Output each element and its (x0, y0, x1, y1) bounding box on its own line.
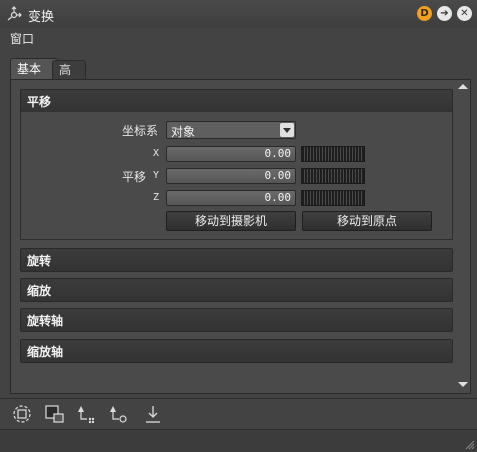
drop-down-icon[interactable] (142, 403, 164, 425)
section-move-title: 平移 (27, 95, 52, 109)
bottom-toolbar (0, 398, 477, 430)
pin-snap-icon[interactable] (75, 403, 97, 425)
move-to-camera-button[interactable]: 移动到摄影机 (166, 211, 296, 231)
move-x-field[interactable]: 0.00 (166, 146, 296, 162)
section-rotate-axis-title: 旋转轴 (27, 314, 64, 328)
arrow-right-circle-icon[interactable]: ➔ (437, 6, 452, 21)
section-scale-title: 缩放 (27, 284, 52, 298)
vertical-scrollbar[interactable] (456, 80, 470, 391)
section-scale-axis-title: 缩放轴 (27, 345, 64, 359)
coord-system-label: 坐标系 (122, 124, 159, 138)
move-y-field[interactable]: 0.00 (166, 168, 296, 184)
section-scale-axis-header[interactable]: 缩放轴 (20, 339, 453, 363)
axis-x-label: X (153, 148, 160, 159)
section-rotate-header[interactable]: 旋转 (20, 248, 453, 272)
coord-system-select[interactable]: 对象 (166, 121, 296, 139)
move-y-jog-slider[interactable] (301, 168, 365, 184)
chevron-down-icon[interactable] (280, 123, 294, 137)
d-badge-icon[interactable]: D (417, 6, 432, 21)
section-move-header[interactable]: 平移 (20, 89, 453, 113)
tab-advanced[interactable]: 高级 (52, 60, 86, 96)
section-rotate-axis-header[interactable]: 旋转轴 (20, 308, 453, 332)
pin-origin-icon[interactable] (107, 403, 129, 425)
section-scale-header[interactable]: 缩放 (20, 278, 453, 302)
scroll-down-icon[interactable] (458, 382, 468, 387)
scroll-up-icon[interactable] (458, 84, 468, 89)
section-rotate-title: 旋转 (27, 254, 52, 268)
move-z-jog-slider[interactable] (301, 190, 365, 206)
tab-basic[interactable]: 基本 (10, 58, 58, 80)
close-circle-icon[interactable]: ✕ (457, 6, 472, 21)
menu-window[interactable]: 窗口 (10, 30, 34, 47)
axis-z-label: Z (153, 192, 160, 203)
coord-system-value: 对象 (171, 125, 196, 139)
menubar: 窗口 (0, 28, 477, 49)
select-frame-icon[interactable] (44, 403, 66, 425)
window-title: 变换 (28, 10, 55, 25)
move-to-origin-button[interactable]: 移动到原点 (302, 211, 432, 231)
move-group-label: 平移 (122, 170, 147, 184)
move-x-jog-slider[interactable] (301, 146, 365, 162)
status-bar (0, 429, 477, 452)
window-titlebar: 变换 D ➔ ✕ (0, 0, 477, 29)
move-x-value: 0.00 (264, 147, 292, 160)
axis-y-label: Y (153, 170, 160, 181)
rotate-frame-icon[interactable] (11, 403, 33, 425)
resize-grip-icon[interactable] (463, 438, 475, 450)
transform-icon (7, 6, 22, 21)
move-z-field[interactable]: 0.00 (166, 190, 296, 206)
move-y-value: 0.00 (264, 169, 292, 182)
move-z-value: 0.00 (264, 191, 292, 204)
